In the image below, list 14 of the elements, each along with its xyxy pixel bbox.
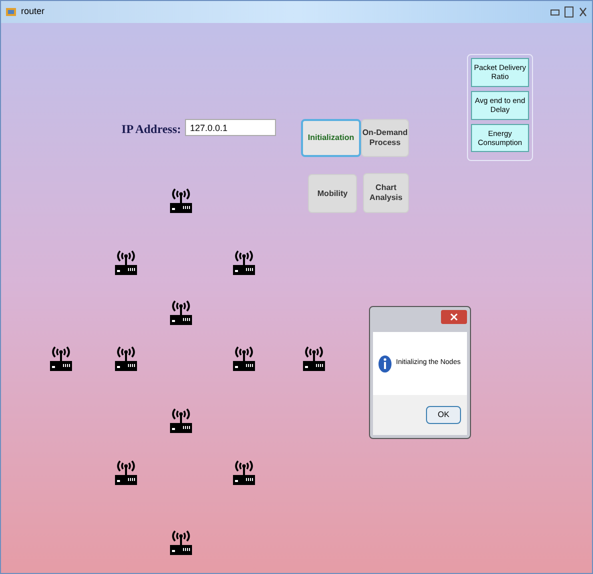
action-button[interactable]: Chart Analysis <box>363 173 409 213</box>
info-icon <box>378 354 392 372</box>
window-title: router <box>21 5 45 18</box>
close-icon[interactable] <box>441 310 467 324</box>
action-button[interactable]: On-Demand Process <box>361 119 409 157</box>
minimize-icon[interactable] <box>550 7 560 17</box>
app-icon <box>5 6 17 18</box>
action-button[interactable]: Initialization <box>301 119 361 157</box>
ip-address-field[interactable]: 127.0.0.1 <box>185 119 276 136</box>
close-icon[interactable] <box>578 6 588 18</box>
ok-button[interactable]: OK <box>426 406 461 424</box>
maximize-icon[interactable] <box>564 6 574 18</box>
ip-address-label: IP Address: <box>120 121 181 138</box>
action-button[interactable]: Mobility <box>308 174 357 213</box>
